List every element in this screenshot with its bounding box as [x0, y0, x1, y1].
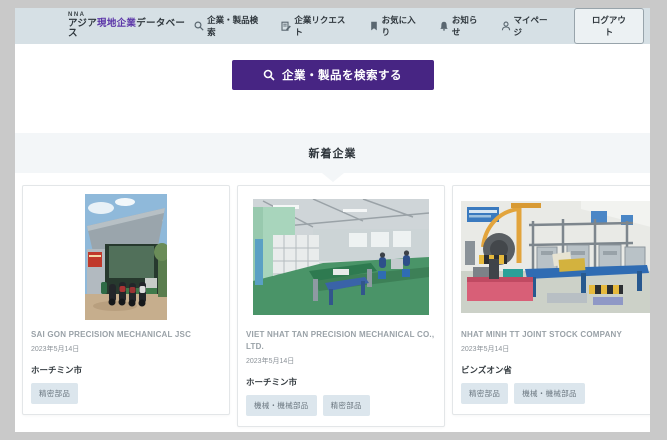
- new-companies-card-row: SAI GON PRECISION MECHANICAL JSC 2023年5月…: [15, 185, 650, 427]
- nav-item-favorites[interactable]: お気に入り: [369, 14, 424, 38]
- company-location: ビンズオン省: [461, 364, 650, 376]
- nav-item-label: 企業・製品検索: [207, 14, 266, 38]
- nav-item-company-request[interactable]: 企業リクエスト: [281, 14, 353, 38]
- nav-item-company-product-search[interactable]: 企業・製品検索: [194, 14, 266, 38]
- company-card[interactable]: SAI GON PRECISION MECHANICAL JSC 2023年5月…: [22, 185, 230, 415]
- company-tag: 精密部品: [461, 383, 508, 404]
- header: NNA アジア現地企業データベース 企業・製品検索 企業リクエスト お気に: [15, 8, 650, 44]
- company-location: ホーチミン市: [31, 364, 221, 376]
- company-card[interactable]: VIET NHAT TAN PRECISION MECHANICAL CO., …: [237, 185, 445, 427]
- brand-logo[interactable]: NNA アジア現地企業データベース: [68, 12, 194, 39]
- company-tag: 機械・機械部品: [514, 383, 585, 404]
- section-new-companies-header: 新着企業: [15, 133, 650, 173]
- company-date: 2023年5月14日: [461, 344, 650, 354]
- header-nav: 企業・製品検索 企業リクエスト お気に入り お知らせ: [194, 8, 646, 44]
- section-arrow-down: [322, 173, 344, 182]
- section-title: 新着企業: [309, 145, 357, 161]
- company-card[interactable]: NHAT MINH TT JOINT STOCK COMPANY 2023年5月…: [452, 185, 650, 415]
- brand-title-accent: 現地企業: [97, 18, 136, 29]
- nav-item-label: お気に入り: [382, 14, 424, 38]
- company-location: ホーチミン市: [246, 376, 436, 388]
- hero-section: 企業・製品を検索する: [15, 44, 650, 133]
- company-photo-factory-exterior: [31, 194, 221, 320]
- bell-icon: [439, 21, 449, 31]
- company-photo-factory-machinery: [461, 194, 650, 320]
- nav-item-label: マイページ: [514, 14, 556, 38]
- search-products-button[interactable]: 企業・製品を検索する: [232, 60, 434, 90]
- user-icon: [501, 21, 511, 31]
- brand-title: アジア現地企業データベース: [68, 19, 194, 40]
- company-date: 2023年5月14日: [246, 356, 436, 366]
- bookmark-icon: [369, 21, 379, 31]
- company-tags: 機械・機械部品 精密部品: [246, 395, 436, 416]
- company-photo-factory-interior: [246, 194, 436, 320]
- company-tag: 精密部品: [323, 395, 370, 416]
- brand-title-pre: アジア: [68, 18, 97, 29]
- search-icon: [194, 21, 204, 31]
- company-name: SAI GON PRECISION MECHANICAL JSC: [31, 329, 221, 341]
- company-date: 2023年5月14日: [31, 344, 221, 354]
- request-icon: [281, 21, 291, 31]
- nav-item-label: お知らせ: [452, 14, 486, 38]
- company-tags: 精密部品: [31, 383, 221, 404]
- nav-item-label: 企業リクエスト: [294, 14, 353, 38]
- nav-item-notifications[interactable]: お知らせ: [439, 14, 486, 38]
- search-icon: [263, 69, 275, 81]
- company-name: NHAT MINH TT JOINT STOCK COMPANY: [461, 329, 650, 341]
- company-name: VIET NHAT TAN PRECISION MECHANICAL CO., …: [246, 329, 436, 353]
- company-tag: 機械・機械部品: [246, 395, 317, 416]
- app-frame: { "header": { "brand": { "name": "NNA", …: [0, 0, 667, 440]
- logout-button[interactable]: ログアウト: [574, 8, 644, 44]
- company-tag: 精密部品: [31, 383, 78, 404]
- page: NNA アジア現地企業データベース 企業・製品検索 企業リクエスト お気に: [15, 8, 650, 432]
- search-products-button-label: 企業・製品を検索する: [282, 67, 402, 83]
- company-tags: 精密部品 機械・機械部品: [461, 383, 650, 404]
- nav-item-mypage[interactable]: マイページ: [501, 14, 556, 38]
